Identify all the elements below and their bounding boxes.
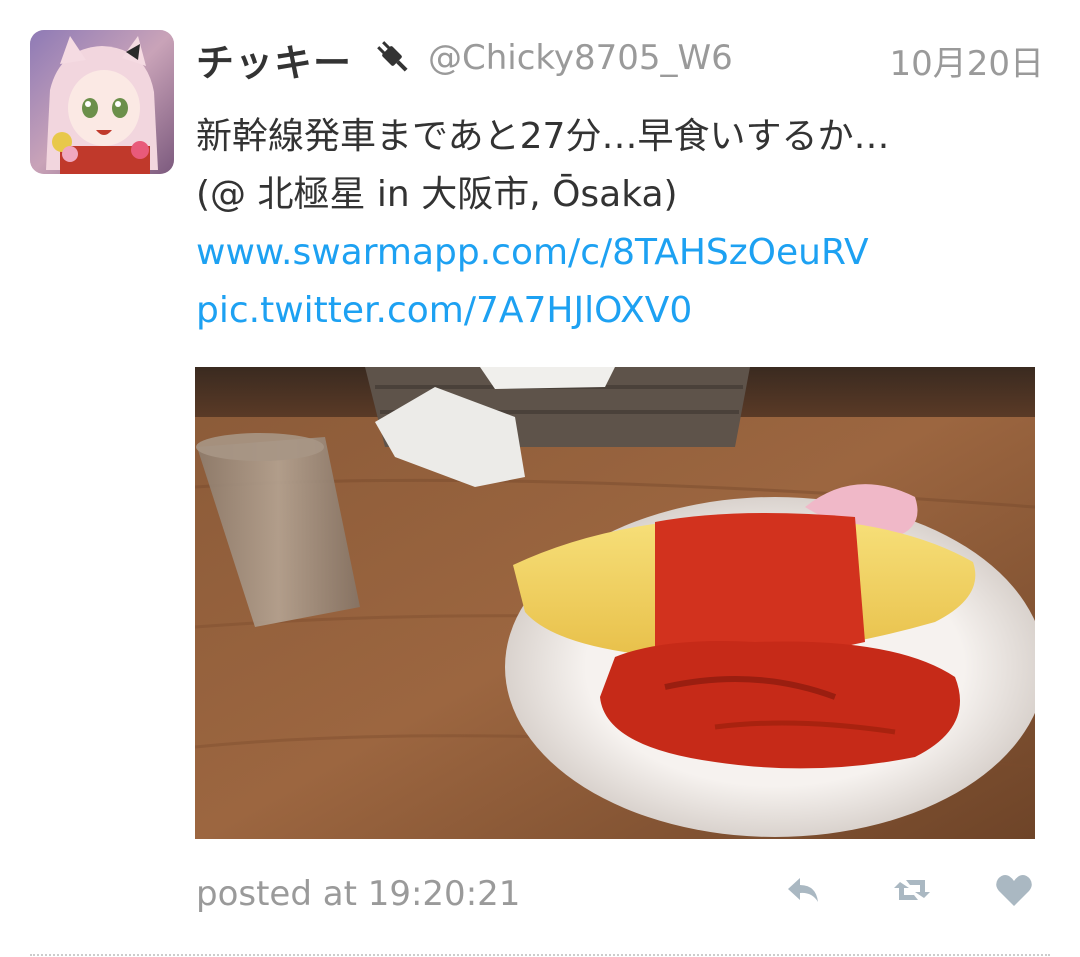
tweet-text-line: (@ 北極星 in 大阪市, Ōsaka) xyxy=(196,174,678,215)
pic-link[interactable]: pic.twitter.com/7A7HJlOXV0 xyxy=(196,282,1056,340)
tweet-date: 10月20日 xyxy=(889,44,1044,84)
retweet-button[interactable] xyxy=(890,868,934,912)
swarm-link[interactable]: www.swarmapp.com/c/8TAHSzOeuRV xyxy=(196,224,1056,282)
tweet-footer: posted at 19:20:21 xyxy=(196,866,1056,926)
retweet-icon xyxy=(894,880,930,900)
tweet-header: チッキー @Chicky8705_W6 10月20日 xyxy=(196,28,1056,87)
reply-button[interactable] xyxy=(782,868,826,912)
favorite-button[interactable] xyxy=(992,868,1036,912)
tweet-text: 新幹線発車まであと27分…早食いするか… (@ 北極星 in 大阪市, Ōsak… xyxy=(196,108,1056,340)
tweet-card: チッキー @Chicky8705_W6 10月20日 新幹線発車まであと27分…… xyxy=(0,0,1080,957)
heart-icon xyxy=(996,875,1032,906)
reply-icon xyxy=(788,878,818,902)
tweet-text-line: 新幹線発車まであと27分…早食いするか… xyxy=(196,116,890,157)
divider xyxy=(30,954,1050,956)
user-handle[interactable]: @Chicky8705_W6 xyxy=(428,38,733,78)
display-name[interactable]: チッキー xyxy=(196,32,352,87)
plug-icon xyxy=(372,34,412,78)
avatar-image xyxy=(30,30,174,174)
tweet-photo[interactable] xyxy=(195,367,1035,839)
avatar[interactable] xyxy=(30,30,174,174)
posted-at: posted at 19:20:21 xyxy=(196,874,521,914)
omurice-photo xyxy=(195,367,1035,839)
